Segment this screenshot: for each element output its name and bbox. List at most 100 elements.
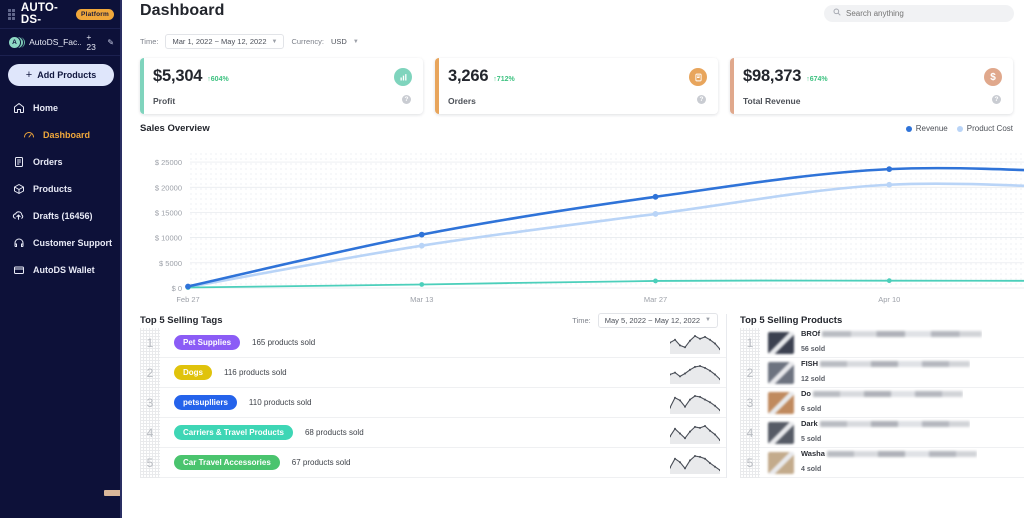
time-filter-label: Time: bbox=[140, 37, 158, 46]
stat-label: Profit bbox=[153, 96, 411, 106]
rank-number: 4 bbox=[740, 418, 760, 448]
svg-text:$ 20000: $ 20000 bbox=[155, 183, 182, 192]
tag-pill[interactable]: Dogs bbox=[174, 365, 212, 380]
sidebar-item-orders[interactable]: Orders bbox=[0, 148, 122, 175]
legend-item-product-cost[interactable]: Product Cost bbox=[957, 124, 1013, 133]
tags-list: 1Pet Supplies165 products sold2Dogs116 p… bbox=[140, 328, 726, 478]
sidebar-item-label: Customer Support bbox=[33, 238, 112, 248]
tag-pill[interactable]: Car Travel Accessories bbox=[174, 455, 280, 470]
redacted-text bbox=[822, 331, 982, 337]
table-row[interactable]: 1Pet Supplies165 products sold bbox=[140, 328, 726, 358]
stat-card-profit[interactable]: $5,304 ↑604% Profit ? bbox=[140, 58, 423, 114]
products-sold-text: 68 products sold bbox=[305, 428, 364, 437]
sparkline-chart bbox=[670, 422, 720, 444]
account-switcher[interactable]: A AutoDS_Fac... + 23 ✎ bbox=[0, 29, 122, 55]
time-range-select[interactable]: Mar 1, 2022 ~ May 12, 2022 ▼ bbox=[165, 34, 284, 49]
rank-number: 5 bbox=[140, 448, 160, 478]
topbar bbox=[122, 0, 1024, 26]
legend-item-revenue[interactable]: Revenue bbox=[906, 124, 948, 133]
currency-select[interactable]: USD ▼ bbox=[331, 37, 359, 46]
sidebar-divider-account bbox=[0, 55, 122, 56]
sales-chart[interactable]: $ 0$ 5000$ 10000$ 15000$ 20000$ 25000Feb… bbox=[140, 138, 1013, 308]
list-item[interactable]: 5Washa4 sold bbox=[740, 448, 1024, 478]
table-row[interactable]: 5Car Travel Accessories67 products sold bbox=[140, 448, 726, 478]
list-item[interactable]: 4 Dark5 sold bbox=[740, 418, 1024, 448]
sidebar-item-home[interactable]: Home bbox=[0, 94, 122, 121]
wallet-icon bbox=[12, 263, 25, 276]
currency-filter-label: Currency: bbox=[291, 37, 324, 46]
sidebar-item-autods-wallet[interactable]: AutoDS Wallet bbox=[0, 256, 122, 283]
sidebar-nav: Home Dashboard Orders Products bbox=[0, 94, 122, 283]
help-icon[interactable]: ? bbox=[402, 95, 411, 104]
add-products-button[interactable]: + Add Products bbox=[8, 64, 114, 86]
svg-text:$ 0: $ 0 bbox=[172, 284, 182, 293]
list-item[interactable]: 2 FISH 12 sold bbox=[740, 358, 1024, 388]
filter-bar: Time: Mar 1, 2022 ~ May 12, 2022 ▼ Curre… bbox=[122, 26, 1024, 49]
sidebar-item-drafts[interactable]: Drafts (16456) bbox=[0, 202, 122, 229]
dollar-icon: $ bbox=[984, 68, 1002, 86]
table-row[interactable]: 2Dogs116 products sold bbox=[140, 358, 726, 388]
page-title: Dashboard bbox=[140, 2, 224, 20]
tag-pill[interactable]: Pet Supplies bbox=[174, 335, 240, 350]
sidebar-item-label: Drafts (16456) bbox=[33, 211, 93, 221]
product-sold-count: 12 sold bbox=[801, 376, 825, 383]
help-icon[interactable]: ? bbox=[992, 95, 1001, 104]
rank-number: 2 bbox=[740, 358, 760, 388]
chevron-down-icon: ▼ bbox=[272, 39, 278, 45]
sidebar-item-label: Orders bbox=[33, 157, 63, 167]
svg-text:Feb 27: Feb 27 bbox=[176, 295, 199, 304]
stat-value: 3,266 bbox=[448, 67, 488, 86]
tags-time-range-select[interactable]: May 5, 2022 ~ May 12, 2022 ▼ bbox=[598, 313, 718, 328]
product-thumbnail bbox=[768, 422, 794, 444]
sidebar-item-customer-support[interactable]: Customer Support bbox=[0, 229, 122, 256]
search-input[interactable] bbox=[846, 9, 1005, 18]
redacted-text bbox=[820, 421, 970, 427]
product-name: FISH bbox=[801, 359, 970, 368]
svg-text:$ 25000: $ 25000 bbox=[155, 158, 182, 167]
product-name: BROf bbox=[801, 329, 982, 338]
plus-icon: + bbox=[26, 70, 32, 81]
time-range-value: Mar 1, 2022 ~ May 12, 2022 bbox=[172, 37, 266, 46]
list-item[interactable]: 1BROf56 sold bbox=[740, 328, 1024, 358]
help-icon[interactable]: ? bbox=[697, 95, 706, 104]
product-thumbnail bbox=[768, 332, 794, 354]
products-panel-title: Top 5 Selling Products bbox=[740, 315, 842, 326]
redacted-text bbox=[827, 451, 977, 457]
product-thumbnail bbox=[768, 452, 794, 474]
platform-badge: Platform bbox=[76, 9, 114, 20]
clipboard-icon bbox=[12, 155, 25, 168]
search-box[interactable] bbox=[824, 5, 1014, 22]
legend-label: Product Cost bbox=[967, 124, 1013, 133]
grip-icon[interactable] bbox=[8, 9, 16, 20]
stat-delta: ↑712% bbox=[493, 76, 514, 83]
list-item[interactable]: 3 Do6 sold bbox=[740, 388, 1024, 418]
svg-text:Mar 13: Mar 13 bbox=[410, 295, 433, 304]
rank-number: 1 bbox=[140, 328, 160, 358]
tags-panel-title: Top 5 Selling Tags bbox=[140, 315, 223, 326]
sparkline-chart bbox=[670, 392, 720, 414]
product-info: Dark5 sold bbox=[801, 419, 970, 446]
svg-text:Apr 10: Apr 10 bbox=[878, 295, 900, 304]
sidebar-collapse-handle[interactable] bbox=[104, 490, 121, 496]
product-info: Do6 sold bbox=[801, 389, 963, 416]
products-list: 1BROf56 sold2FISH12 sold3Do6 sold4Dark5 … bbox=[740, 328, 1024, 478]
redacted-text bbox=[820, 361, 970, 367]
tag-pill[interactable]: petsuplliers bbox=[174, 395, 237, 410]
table-row[interactable]: 4Carriers & Travel Products68 products s… bbox=[140, 418, 726, 448]
product-info: BROf 56 sold bbox=[801, 329, 982, 356]
table-row[interactable]: 3petsuplliers110 products sold bbox=[140, 388, 726, 418]
cloud-upload-icon bbox=[12, 209, 25, 222]
products-sold-text: 110 products sold bbox=[249, 398, 312, 407]
chevron-down-icon: ▼ bbox=[353, 39, 359, 45]
sidebar-item-products[interactable]: Products bbox=[0, 175, 122, 202]
product-sold-count: 56 sold bbox=[801, 346, 825, 353]
sidebar-item-dashboard[interactable]: Dashboard bbox=[0, 121, 122, 148]
rank-number: 2 bbox=[140, 358, 160, 388]
stat-card-total-revenue[interactable]: $98,373 ↑674% Total Revenue $ ? bbox=[730, 58, 1013, 114]
rank-number: 3 bbox=[740, 388, 760, 418]
tag-pill[interactable]: Carriers & Travel Products bbox=[174, 425, 293, 440]
edit-pencil-icon[interactable]: ✎ bbox=[107, 38, 114, 47]
stat-card-orders[interactable]: 3,266 ↑712% Orders ? bbox=[435, 58, 718, 114]
headset-icon bbox=[12, 236, 25, 249]
receipt-icon bbox=[689, 68, 707, 86]
